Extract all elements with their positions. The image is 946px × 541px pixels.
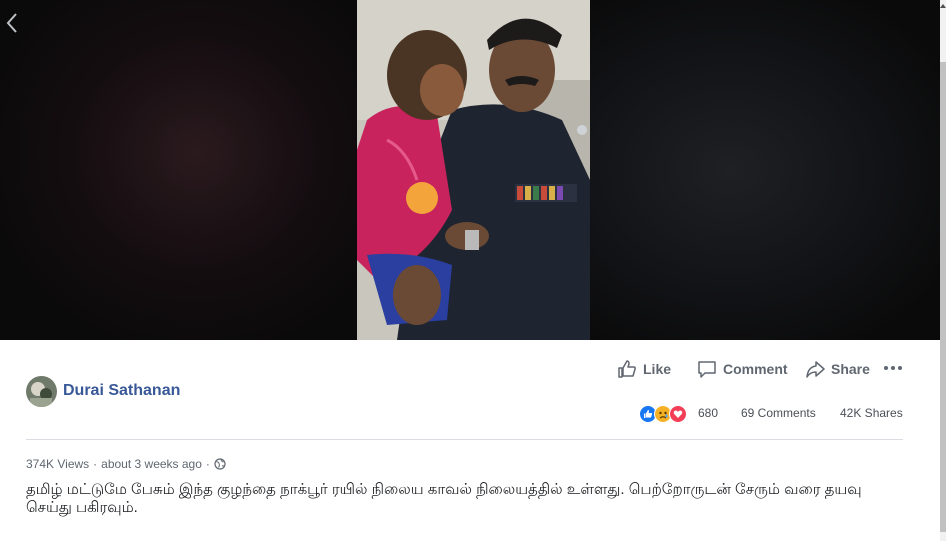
- video-frame: [357, 0, 590, 340]
- share-label: Share: [831, 361, 870, 377]
- avatar-image: [26, 376, 57, 407]
- shares-count[interactable]: 42K Shares: [840, 406, 903, 420]
- comments-count[interactable]: 69 Comments: [741, 406, 816, 420]
- like-label: Like: [643, 361, 672, 377]
- theater-backdrop-right: [590, 0, 940, 340]
- divider: [26, 439, 903, 440]
- more-icon: [884, 366, 888, 370]
- caret-up-icon: [940, 4, 946, 8]
- share-icon: [806, 361, 825, 378]
- more-icon-dot: [898, 366, 902, 370]
- meta-separator: ·: [93, 457, 98, 471]
- thumbs-up-icon: [618, 360, 636, 378]
- video-theater: [0, 0, 940, 340]
- comment-label: Comment: [723, 361, 788, 377]
- page-scrollbar[interactable]: [940, 0, 946, 541]
- globe-icon: [214, 458, 226, 470]
- reaction-count[interactable]: 680: [698, 406, 718, 420]
- post-meta: 374K Views · about 3 weeks ago ·: [26, 457, 226, 471]
- scroll-up-button[interactable]: [940, 0, 946, 12]
- avatar[interactable]: [26, 376, 57, 407]
- post-caption: தமிழ் மட்டுமே பேசும் இந்த குழந்தை நாக்பூ…: [26, 481, 862, 516]
- chevron-left-icon: [6, 13, 17, 33]
- scrollbar-thumb[interactable]: [940, 62, 946, 532]
- views-count: 374K Views: [26, 457, 90, 471]
- meta-separator: ·: [205, 457, 210, 471]
- post-timestamp[interactable]: about 3 weeks ago: [101, 457, 202, 471]
- back-button[interactable]: [2, 10, 22, 36]
- theater-backdrop-left: [0, 0, 357, 340]
- more-icon-dot: [891, 366, 895, 370]
- author-name[interactable]: Durai Sathanan: [63, 382, 180, 400]
- comment-button[interactable]: Comment: [697, 358, 788, 380]
- like-button[interactable]: Like: [617, 358, 671, 380]
- video-player[interactable]: [357, 0, 590, 340]
- share-button[interactable]: Share: [805, 358, 870, 380]
- reactions-summary[interactable]: [639, 404, 687, 424]
- love-reaction-icon: [669, 405, 687, 423]
- comment-icon: [698, 361, 716, 378]
- more-options-button[interactable]: [884, 363, 902, 373]
